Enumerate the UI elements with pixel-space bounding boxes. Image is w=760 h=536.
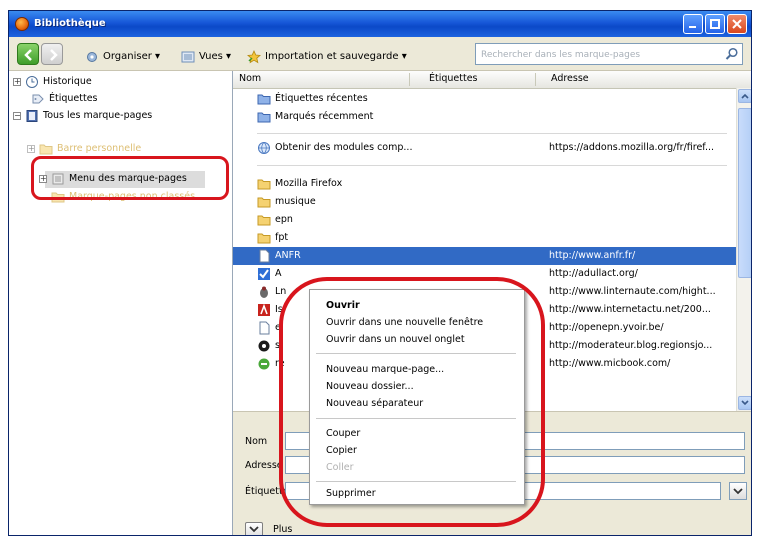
list-separator [257,165,727,166]
chevron-up-icon [741,93,749,99]
page-icon [259,249,270,263]
maximize-icon [710,19,720,29]
list-item[interactable]: Étiquettes récentes [233,90,737,108]
back-arrow-icon [24,49,32,61]
check-icon [258,268,270,280]
highlight-annotation-tree [31,156,229,200]
maximize-button[interactable] [705,14,725,34]
tag-icon [32,94,44,104]
smart-folder-icon [257,112,271,123]
list-item-selected[interactable]: ANFR http://www.anfr.fr/ [233,247,737,265]
close-icon [732,19,742,29]
title-bar[interactable]: Bibliothèque [9,11,751,37]
smart-folder-icon [257,94,271,105]
list-item[interactable]: fpt [233,229,737,247]
column-address[interactable]: Adresse [551,73,589,84]
globe-icon [258,142,270,154]
tree-item-all-bookmarks[interactable]: − Tous les marque-pages [9,108,229,124]
chevron-down-icon [741,400,749,406]
window-title: Bibliothèque [34,18,106,29]
search-icon[interactable] [725,47,739,61]
list-item[interactable]: epn [233,211,737,229]
column-tags[interactable]: Étiquettes [429,73,478,84]
column-name[interactable]: Nom [239,73,261,84]
list-item[interactable]: Obtenir des modules comp... https://addo… [233,139,737,157]
folder-icon [257,197,271,208]
toolbar: Organiser ▾ Vues ▾ Importation et sauveg… [9,37,751,71]
minimize-icon [689,26,696,28]
address-label: Adresse [245,460,283,471]
tree-item-tags[interactable]: Étiquettes [9,91,229,107]
clock-icon [26,76,38,88]
column-separator[interactable] [409,73,410,86]
name-label: Nom [245,436,268,447]
tree-item-bookmarks-toolbar[interactable]: + Barre personnelle [9,141,229,157]
firefox-icon [15,17,29,31]
folder-tree: + Historique Étiquettes − Tous les marqu… [9,71,233,535]
more-toggle-button[interactable] [245,522,263,535]
scroll-down-button[interactable] [738,396,751,410]
folder-icon [257,233,271,244]
folder-icon [257,179,271,190]
minimize-button[interactable] [683,14,703,34]
forward-button[interactable] [41,43,63,65]
forward-arrow-icon [50,49,58,61]
import-backup-menu[interactable]: Importation et sauvegarde ▾ [247,50,427,64]
tags-dropdown-button[interactable] [729,482,747,500]
dark-icon [258,340,270,352]
views-icon [181,51,195,63]
tree-item-history[interactable]: + Historique [9,74,229,90]
library-window: Bibliothèque Organiser ▾ Vues ▾ Importat… [8,10,752,536]
red-icon [258,303,270,316]
organize-menu[interactable]: Organiser ▾ [85,50,177,64]
vertical-scrollbar[interactable] [736,88,751,411]
scroll-up-button[interactable] [738,89,751,103]
bookmarks-book-icon [26,110,38,122]
expand-toggle[interactable]: + [27,145,35,153]
list-item[interactable]: Marqués récemment [233,108,737,126]
bug-icon [260,286,268,298]
search-box[interactable] [475,43,743,65]
scroll-thumb[interactable] [738,108,751,278]
expand-toggle[interactable]: − [13,112,21,120]
list-item[interactable]: musique [233,193,737,211]
views-menu[interactable]: Vues ▾ [181,50,243,64]
list-separator [257,133,727,134]
highlight-annotation-menu [279,277,545,527]
search-input[interactable] [479,46,715,64]
folder-icon [257,215,271,226]
folder-icon [39,144,53,155]
more-label[interactable]: Plus [273,524,292,535]
column-header: Nom Étiquettes Adresse [233,71,751,89]
page-icon [259,321,270,335]
chevron-down-icon [249,526,259,533]
green-icon [258,358,270,370]
star-arrows-icon [247,50,261,64]
list-item[interactable]: Mozilla Firefox [233,175,737,193]
gear-icon [87,52,97,62]
expand-toggle[interactable]: + [13,78,21,86]
back-button[interactable] [17,43,39,65]
chevron-down-icon [733,488,743,495]
column-separator[interactable] [535,73,536,86]
close-button[interactable] [727,14,747,34]
